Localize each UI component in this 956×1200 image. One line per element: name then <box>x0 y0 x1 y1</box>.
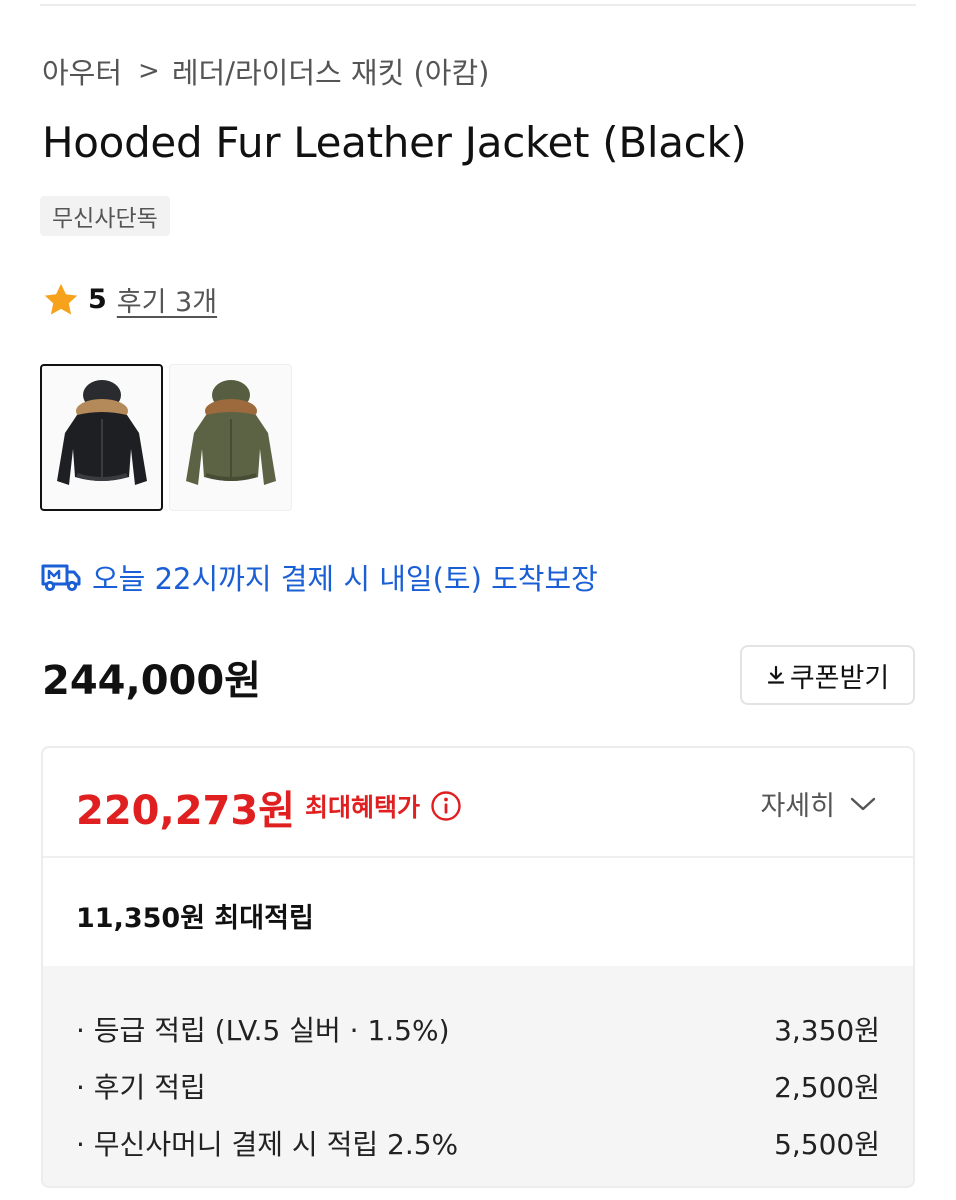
rating-score: 5 <box>88 284 107 315</box>
max-benefit-price: 220,273원 <box>76 788 295 834</box>
point-label: · 후기 적립 <box>76 1070 206 1104</box>
reviews-link[interactable]: 후기 3개 <box>117 280 217 319</box>
point-row-grade: · 등급 적립 (LV.5 실버 · 1.5%) 3,350원 <box>76 1000 880 1057</box>
coupon-button-label: 쿠폰받기 <box>789 662 890 694</box>
original-price: 244,000원 <box>42 658 261 704</box>
point-row-review: · 후기 적립 2,500원 <box>76 1057 880 1114</box>
download-icon <box>767 665 784 684</box>
max-benefit-header[interactable]: 220,273원 최대혜택가 자세히 <box>43 748 913 858</box>
points-breakdown: · 등급 적립 (LV.5 실버 · 1.5%) 3,350원 · 후기 적립 … <box>43 966 913 1186</box>
jacket-image-black <box>56 379 147 485</box>
top-divider <box>40 4 916 6</box>
details-toggle[interactable]: 자세히 <box>760 784 877 823</box>
point-row-money: · 무신사머니 결제 시 적립 2.5% 5,500원 <box>76 1114 880 1171</box>
thumbnail-khaki[interactable] <box>169 364 292 511</box>
breadcrumb-item-outer[interactable]: 아우터 <box>42 50 122 92</box>
breadcrumb-separator: > <box>138 56 160 86</box>
max-benefit-panel: 220,273원 최대혜택가 자세히 11,350원 최대적립 · 등급 적립 … <box>41 746 915 1188</box>
star-icon <box>44 283 78 315</box>
point-value: 5,500원 <box>774 1127 880 1161</box>
chevron-down-icon <box>850 797 876 810</box>
point-label: · 무신사머니 결제 시 적립 2.5% <box>76 1127 459 1161</box>
delivery-guarantee: 오늘 22시까지 결제 시 내일(토) 도착보장 <box>40 556 598 598</box>
point-value: 3,350원 <box>774 1013 880 1047</box>
max-benefit-label-group: 최대혜택가 <box>305 788 462 824</box>
breadcrumb: 아우터 > 레더/라이더스 재킷 (아캄) <box>42 50 489 92</box>
coupon-download-button[interactable]: 쿠폰받기 <box>740 645 915 705</box>
max-benefit-label: 최대혜택가 <box>305 793 421 822</box>
details-toggle-label: 자세히 <box>760 791 835 822</box>
rating-summary: 5 후기 3개 <box>42 280 217 319</box>
breadcrumb-item-leather[interactable]: 레더/라이더스 재킷 (아캄) <box>172 50 490 92</box>
product-title: Hooded Fur Leather Jacket (Black) <box>42 118 747 167</box>
jacket-image-khaki <box>185 379 276 485</box>
info-icon[interactable] <box>430 790 462 822</box>
max-points-total: 11,350원 최대적립 <box>76 903 314 934</box>
exclusive-badge: 무신사단독 <box>40 196 170 236</box>
truck-icon <box>41 564 81 592</box>
thumbnail-black[interactable] <box>40 364 163 511</box>
color-thumbnails <box>40 364 292 511</box>
point-label: · 등급 적립 (LV.5 실버 · 1.5%) <box>76 1013 450 1047</box>
delivery-text: 오늘 22시까지 결제 시 내일(토) 도착보장 <box>92 562 598 596</box>
point-value: 2,500원 <box>774 1070 880 1104</box>
